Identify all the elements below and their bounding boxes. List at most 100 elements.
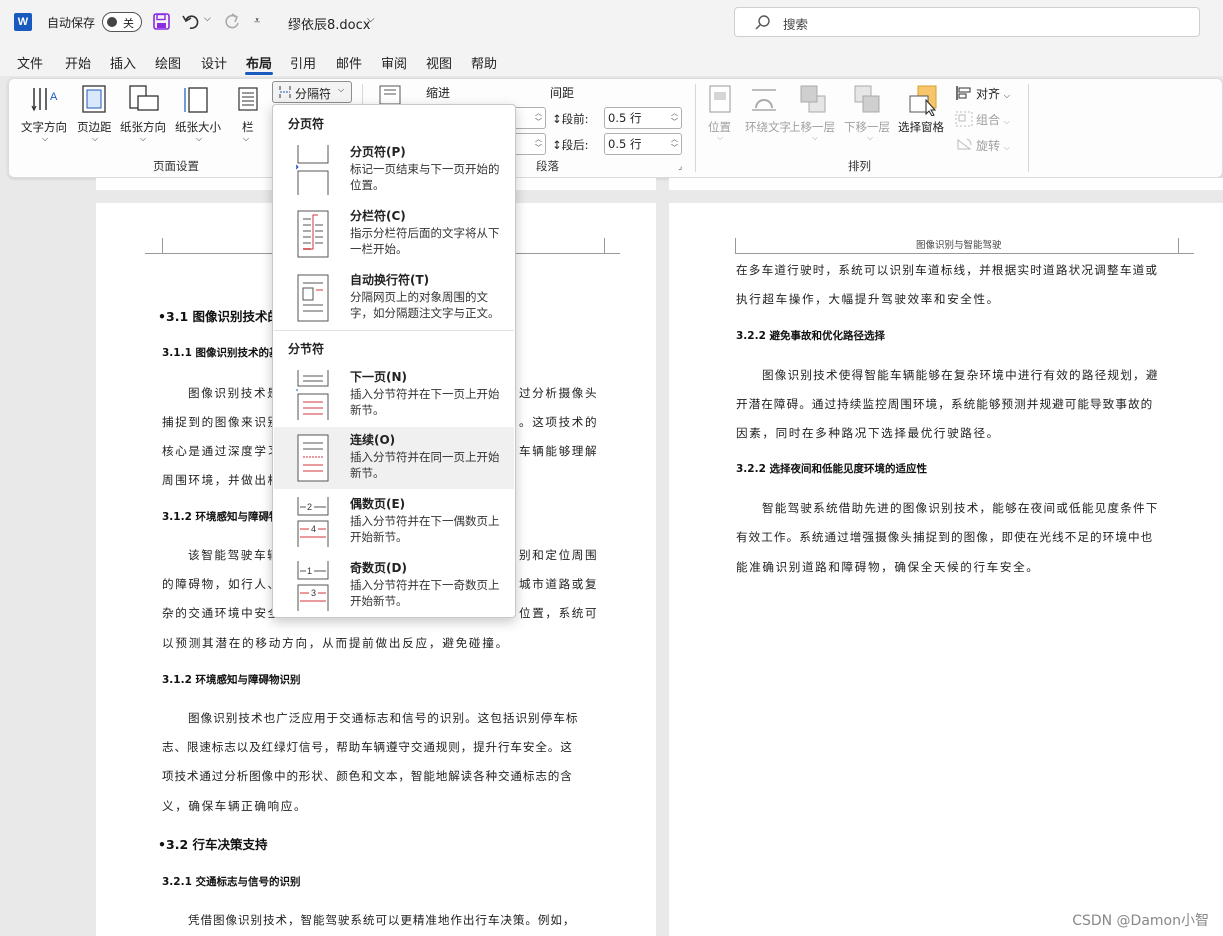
align-button[interactable]: 对齐 ⌵ <box>976 85 1010 102</box>
columns-label[interactable]: 栏 <box>242 119 254 135</box>
left-p2-right1: 别和定位周围 <box>519 548 599 562</box>
left-p1-right3: 车辆能够理解 <box>519 444 599 458</box>
left-p2-right3: 位置，系统可 <box>519 606 599 620</box>
heading-3-1: •3.1 图像识别技术的 <box>158 309 280 324</box>
group-button[interactable]: 组合 ⌵ <box>976 111 1010 128</box>
columns-icon <box>238 87 258 111</box>
menu-item-column-break[interactable]: 分栏符(C) 指示分栏符后面的文字将从下一栏开始。 <box>274 203 514 265</box>
selection-pane-icon <box>909 85 937 116</box>
tab-layout[interactable]: 布局 <box>246 53 272 72</box>
tab-mailings[interactable]: 邮件 <box>336 53 362 72</box>
menu-divider <box>274 330 514 331</box>
tab-home[interactable]: 开始 <box>65 53 91 72</box>
rotate-button[interactable]: 旋转 ⌵ <box>976 137 1010 154</box>
left-p1-right2: 。这项技术的 <box>519 415 599 429</box>
menu-item-text-wrapping-break[interactable]: 自动换行符(T) 分隔网页上的对象周围的文字，如分隔题注文字与正文。 <box>274 267 514 329</box>
margins-label[interactable]: 页边距 <box>77 119 112 135</box>
ribbon-divider <box>1028 84 1029 172</box>
previous-page-bottom <box>669 178 1223 190</box>
bring-forward-chevron-icon[interactable]: ⌵ <box>812 133 818 143</box>
spacing-before-input[interactable]: 0.5 行 ︿ ﹀ <box>604 107 682 129</box>
left-p2-line2: 的障碍物，如行人、 <box>162 577 281 591</box>
menu-item-title: 连续(O) <box>350 433 396 447</box>
send-backward-chevron-icon[interactable]: ⌵ <box>867 133 873 143</box>
watermark: CSDN @Damon小智 <box>1072 913 1209 929</box>
menu-item-title: 自动换行符(T) <box>350 273 430 287</box>
right-p1-line1: 在多车道行驶时，系统可以识别车道标线，并根据实时道路状况调整车道或 <box>736 263 1159 277</box>
orientation-chevron-icon[interactable]: ⌵ <box>140 134 146 144</box>
tab-references[interactable]: 引用 <box>290 53 316 72</box>
tab-review[interactable]: 审阅 <box>381 53 407 72</box>
indent-left-input[interactable]: ︿ ﹀ <box>512 107 546 129</box>
margin-mark <box>604 238 605 253</box>
columns-chevron-icon[interactable]: ⌵ <box>243 134 249 144</box>
undo-icon[interactable] <box>182 12 202 30</box>
search-box[interactable]: 搜索 <box>734 7 1200 37</box>
left-p1-line2: 捕捉到的图像来识别 <box>162 415 281 429</box>
line-numbers-icon <box>379 85 401 104</box>
menu-item-desc: 插入分节符并在下一奇数页上开始新节。 <box>350 578 500 608</box>
menu-item-desc: 插入分节符并在同一页上开始新节。 <box>350 450 500 480</box>
orientation-label[interactable]: 纸张方向 <box>120 119 166 135</box>
autosave-state: 关 <box>123 17 134 30</box>
spacing-after-input[interactable]: 0.5 行 ︿ ﹀ <box>604 133 682 155</box>
wrap-text-label[interactable]: 环绕文字 <box>745 119 791 135</box>
right-p2-line3: 因素，同时在多种路况下选择最优行驶路径。 <box>736 426 1000 440</box>
menu-item-page-break[interactable]: 分页符(P) 标记一页结束与下一页开始的位置。 <box>274 139 514 201</box>
rotate-icon <box>957 138 972 150</box>
position-chevron-icon[interactable]: ⌵ <box>717 133 723 143</box>
left-p2-line3: 杂的交通环境中安全 <box>162 606 281 620</box>
paragraph-dialog-launcher-icon[interactable]: ⌟ <box>678 162 682 172</box>
menu-item-title: 偶数页(E) <box>350 497 406 511</box>
menu-item-title: 分页符(P) <box>350 145 406 159</box>
tab-view[interactable]: 视图 <box>426 53 452 72</box>
tab-file[interactable]: 文件 <box>17 53 43 72</box>
group-chevron-icon: ⌵ <box>1003 117 1010 126</box>
left-p3-line1: 图像识别技术也广泛应用于交通标志和信号的识别。这包括识别停车标 <box>188 711 579 725</box>
svg-text:4: 4 <box>311 524 316 534</box>
page-size-label[interactable]: 纸张大小 <box>175 119 221 135</box>
menu-item-even-page[interactable]: 2 4 偶数页(E) 插入分节符并在下一偶数页上开始新节。 <box>274 491 514 553</box>
indent-label: 缩进 <box>426 86 451 100</box>
left-p2-line4: 以预测其潜在的移动方向，从而提前做出反应，避免碰撞。 <box>162 636 509 650</box>
selection-pane-label[interactable]: 选择窗格 <box>898 119 944 135</box>
indent-right-input[interactable]: ︿ ﹀ <box>512 133 546 155</box>
tab-design[interactable]: 设计 <box>201 53 227 72</box>
tab-draw[interactable]: 绘图 <box>155 53 181 72</box>
menu-item-continuous[interactable]: 连续(O) 插入分节符并在同一页上开始新节。 <box>274 427 514 489</box>
spacing-label: 间距 <box>550 86 575 100</box>
left-p3-line4: 义，确保车辆正确响应。 <box>162 799 308 813</box>
document-title[interactable]: 缪依辰8.docx <box>288 14 370 33</box>
heading-3-1-1: 3.1.1 图像识别技术的基 <box>162 347 280 359</box>
title-chevron-down-icon[interactable]: ⌵ <box>367 14 375 25</box>
text-direction-chevron-icon[interactable]: ⌵ <box>42 134 48 144</box>
margins-chevron-icon[interactable]: ⌵ <box>92 134 98 144</box>
margin-mark <box>162 238 163 253</box>
arrange-group-label: 排列 <box>848 159 871 173</box>
heading-3-2: •3.2 行车决策支持 <box>158 837 268 852</box>
spacing-before-label: ↕段前: <box>552 112 589 126</box>
page-header-text: 图像识别与智能驾驶 <box>916 240 1002 251</box>
heading-3-1-2a: 3.1.2 环境感知与障碍物 <box>162 511 280 523</box>
position-icon <box>709 85 731 113</box>
page-size-chevron-icon[interactable]: ⌵ <box>196 134 202 144</box>
tab-help[interactable]: 帮助 <box>471 53 497 72</box>
menu-item-odd-page[interactable]: 1 3 奇数页(D) 插入分节符并在下一奇数页上开始新节。 <box>274 555 514 617</box>
text-direction-icon: A <box>31 88 58 112</box>
wrap-text-icon <box>752 89 776 111</box>
save-icon[interactable] <box>153 13 171 31</box>
left-p2-line1: 该智能驾驶车辆 <box>188 548 281 562</box>
redo-icon[interactable] <box>222 12 242 30</box>
undo-dropdown-chevron-icon[interactable]: ⌵ <box>204 14 211 24</box>
autosave-toggle[interactable]: 关 <box>102 12 142 32</box>
breaks-button[interactable]: 分隔符 ⌵ <box>272 81 352 103</box>
text-direction-label[interactable]: 文字方向 <box>21 119 67 135</box>
align-icon <box>956 86 971 100</box>
bring-forward-icon <box>800 85 826 113</box>
svg-text:3: 3 <box>311 588 316 598</box>
breaks-dropdown-menu: 分页符 分页符(P) 标记一页结束与下一页开始的位置。 分栏符(C) 指示分栏符… <box>272 104 516 618</box>
rotate-chevron-icon: ⌵ <box>1003 143 1010 152</box>
menu-item-next-page[interactable]: 下一页(N) 插入分节符并在下一页上开始新节。 <box>274 364 514 426</box>
tab-insert[interactable]: 插入 <box>110 53 136 72</box>
customize-qat-icon[interactable]: ⩡ <box>254 14 260 28</box>
